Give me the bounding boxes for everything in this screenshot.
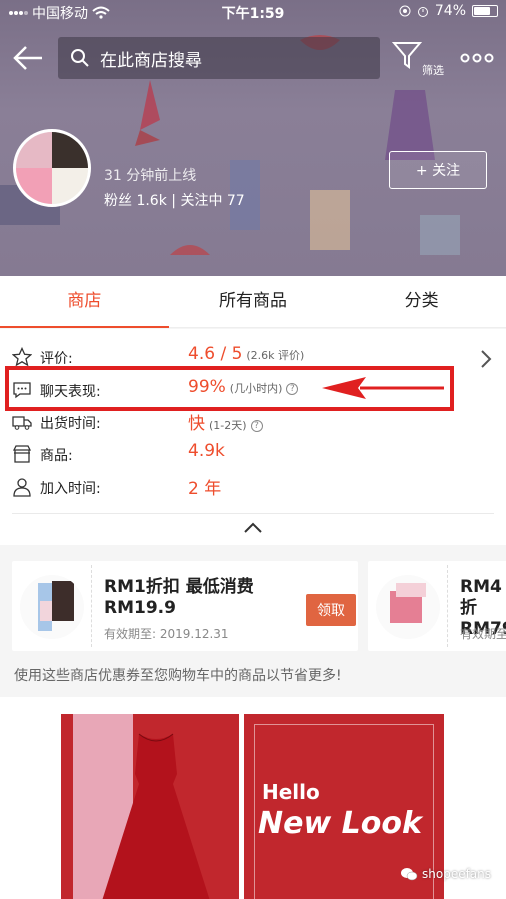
filter-icon: [391, 42, 423, 69]
voucher-title: RM1折扣 最低消费 RM19.9: [104, 577, 254, 618]
tab-all-products[interactable]: 所有商品: [169, 276, 338, 327]
shipping-time-value: 快 (1-2天)?: [188, 409, 263, 434]
location-icon: [399, 5, 411, 17]
products-count-row: 商品: 4.9k: [0, 438, 506, 470]
shop-tabs: 商店 所有商品 分类: [0, 276, 506, 328]
chevron-right-icon[interactable]: [480, 349, 492, 369]
help-icon[interactable]: ?: [250, 420, 263, 432]
battery-icon: [472, 5, 498, 17]
wechat-icon: [401, 868, 418, 881]
tab-categories[interactable]: 分类: [337, 276, 506, 327]
banner-hello: Hello: [262, 780, 320, 804]
user-icon: [13, 478, 31, 497]
last-online: 31 分钟前上线: [104, 168, 197, 184]
voucher-card[interactable]: RM1折扣 最低消费 RM19.9 有效期至: 2019.12.31 领取: [12, 561, 358, 651]
shop-info: 31 分钟前上线 粉丝 1.6k | 关注中 77 + 关注: [0, 127, 506, 217]
tab-shop[interactable]: 商店: [0, 276, 169, 328]
follow-button[interactable]: + 关注: [389, 151, 487, 189]
search-input[interactable]: 在此商店搜尋: [58, 37, 380, 79]
shop-avatar[interactable]: [13, 129, 91, 207]
claim-voucher-button[interactable]: 领取: [306, 594, 356, 626]
store-icon: [12, 445, 32, 463]
back-arrow-icon[interactable]: [12, 44, 44, 72]
shipping-time-label: 出货时间:: [40, 416, 101, 432]
more-options-icon[interactable]: [460, 48, 494, 68]
filter-label: 筛选: [422, 64, 444, 77]
shop-header: 中国移动 下午1:59 74% 在此商店搜尋 筛选 31 分钟前上线 粉丝 1.…: [0, 0, 506, 276]
shop-stats: 粉丝 1.6k | 关注中 77: [104, 193, 245, 209]
voucher-expiry: 有效期至: 2019.12.31: [104, 627, 229, 641]
voucher-expiry: 有效期至: [460, 627, 506, 641]
rating-value: 4.6 / 5 (2.6k 评价): [188, 344, 305, 364]
voucher-carousel: RM1折扣 最低消费 RM19.9 有效期至: 2019.12.31 领取 RM4…: [0, 555, 506, 658]
voucher-thumbnail: [20, 575, 84, 639]
status-bar: 中国移动 下午1:59 74%: [0, 0, 506, 24]
watermark: shopeefans: [400, 866, 491, 882]
shop-page: 中国移动 下午1:59 74% 在此商店搜尋 筛选 31 分钟前上线 粉丝 1.…: [0, 0, 506, 899]
search-icon: [71, 49, 89, 67]
truck-icon: [12, 416, 32, 430]
products-count-value: 4.9k: [188, 441, 225, 461]
voucher-note: 使用这些商店优惠券至您购物车中的商品以节省更多!: [0, 660, 506, 696]
alarm-icon: [417, 7, 428, 17]
joined-row: 加入时间: 2 年: [0, 471, 506, 503]
banner-new-look: New Look: [258, 806, 422, 841]
voucher-card[interactable]: RM4折RM79 有效期至: [368, 561, 506, 651]
annotation-arrow: [322, 377, 444, 399]
joined-value: 2 年: [188, 479, 222, 499]
shop-stats-panel: 评价: 4.6 / 5 (2.6k 评价) 聊天表现: 99% (几小时内)? 出货…: [0, 329, 506, 545]
rating-label: 评价:: [40, 351, 73, 367]
chevron-up-icon[interactable]: [243, 522, 263, 534]
products-count-label: 商品:: [40, 448, 73, 464]
star-icon: [12, 347, 32, 367]
divider: [12, 513, 494, 514]
battery-percent: 74%: [434, 3, 466, 19]
joined-label: 加入时间:: [40, 481, 101, 497]
product-image-dress[interactable]: [61, 714, 239, 899]
filter-button[interactable]: 筛选: [391, 40, 452, 80]
top-navigation: 在此商店搜尋 筛选: [0, 36, 506, 80]
voucher-thumbnail: [376, 575, 440, 639]
search-placeholder: 在此商店搜尋: [100, 50, 202, 71]
